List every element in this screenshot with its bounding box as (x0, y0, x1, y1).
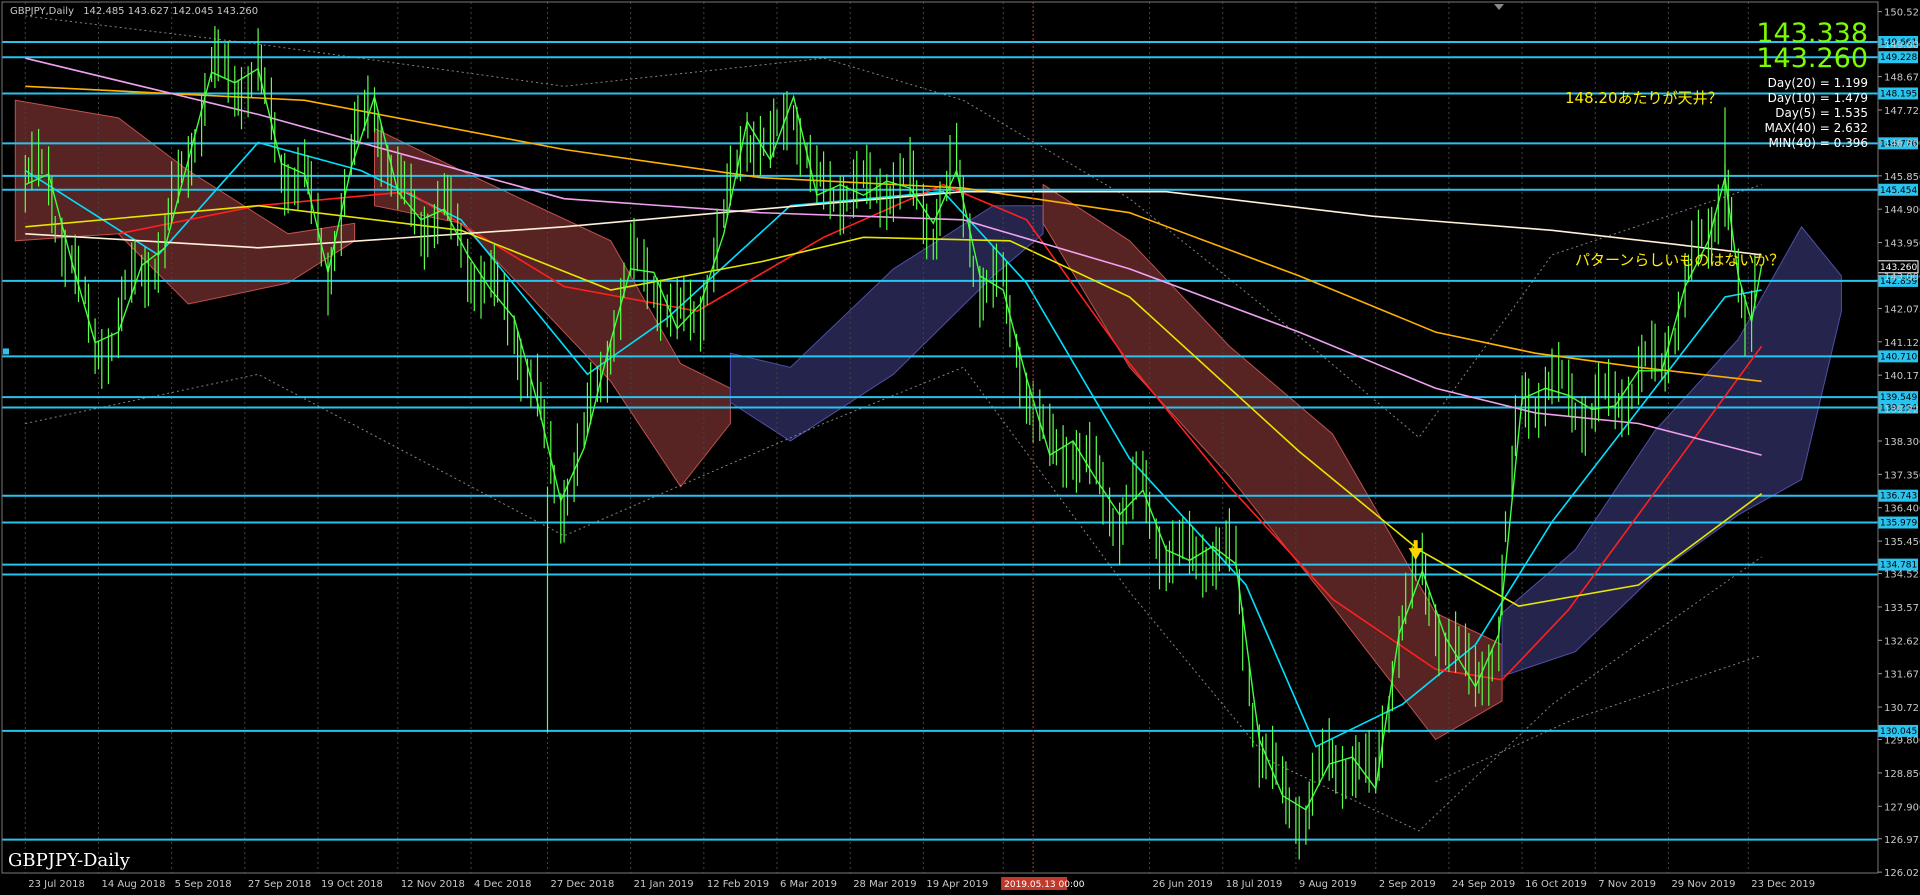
x-tick-label: 19 Oct 2018 (321, 879, 383, 890)
y-tick-label: 128.850 (1884, 769, 1920, 780)
y-tick-label: 145.850 (1884, 172, 1920, 183)
y-tick-label: 136.400 (1884, 504, 1920, 515)
y-tick-label: 129.800 (1884, 736, 1920, 747)
y-tick-label: 148.675 (1884, 73, 1920, 84)
y-tick-label: 130.725 (1884, 703, 1920, 714)
y-tick-label: 131.675 (1884, 670, 1920, 681)
yellow-arrow-stem (1413, 540, 1418, 550)
chart-shift-marker (1494, 4, 1504, 10)
watermark-label: GBPJPY-Daily (8, 850, 131, 871)
level-label: 135.979 (1880, 519, 1917, 529)
x-tick-label: 5 Sep 2018 (175, 879, 232, 890)
envelope-bands (25, 15, 1762, 832)
y-tick-label: 137.350 (1884, 470, 1920, 481)
y-tick-label: 146.800 (1884, 138, 1920, 149)
y-tick-label: 139.225 (1884, 405, 1920, 416)
envelope-band (25, 366, 1762, 832)
y-tick-label: 138.300 (1884, 437, 1920, 448)
stat-max40: MAX(40) = 2.632 (1765, 121, 1868, 135)
annotation-ceiling: 148.20あたりが天井？ (1565, 89, 1723, 107)
x-tick-label: 19 Apr 2019 (926, 879, 988, 890)
y-tick-label: 142.075 (1884, 304, 1920, 315)
axes: 23 Jul 2018 14 Aug 2018 5 Sep 2018 27 Sep 2… (1, 1, 1920, 890)
y-tick-label: 143.950 (1884, 239, 1920, 250)
y-tick-label: 149.600 (1884, 40, 1920, 51)
y-tick-label: 133.575 (1884, 603, 1920, 614)
cloud-region (1501, 225, 1842, 677)
level-label: 145.454 (1880, 186, 1917, 196)
x-tick-label: 16 Oct 2019 (1525, 879, 1587, 890)
price-series (24, 26, 1763, 860)
y-tick-label: 144.900 (1884, 205, 1920, 216)
ask-price: 143.260 (1756, 43, 1868, 74)
y-tick-label: 150.525 (1884, 8, 1920, 19)
ichimoku-cloud (14, 99, 1842, 741)
x-tick-label: 14 Aug 2018 (101, 879, 165, 890)
x-tick-label: 9 Aug 2019 (1299, 879, 1357, 890)
x-tick-label: 26 Jun 2019 (1153, 879, 1213, 890)
level-handle (3, 348, 9, 355)
y-tick-label: 141.125 (1884, 338, 1920, 349)
y-tick-label: 140.175 (1884, 371, 1920, 382)
ohlc-values: 142.485 143.627 142.045 143.260 (83, 6, 258, 17)
y-tick-label: 127.900 (1884, 802, 1920, 813)
annotation-pattern: パターンらしいものはないか？ (1575, 251, 1784, 269)
gbpjpy-daily-chart[interactable]: 149.661 149.228 148.195 146.776 145.454 142.8… (0, 0, 1920, 891)
x-tick-label: 21 Jan 2019 (634, 879, 694, 890)
plot-frame (1, 1, 1879, 874)
stat-day20: Day(20) = 1.199 (1768, 76, 1868, 90)
level-label: 148.195 (1880, 89, 1917, 99)
horizontal-level-lines: 149.661149.228148.195146.776145.454142.8… (2, 36, 1919, 841)
chart-header: GBPJPY,Daily 142.485 143.627 142.045 143… (10, 6, 258, 17)
y-tick-label: 143.000 (1884, 272, 1920, 283)
x-tick-label: 4 Dec 2018 (474, 879, 532, 890)
x-marker-label: 2019.05.13 00:00 (1004, 880, 1085, 890)
x-tick-label: 6 Mar 2019 (780, 879, 837, 890)
x-tick-label: 18 Jul 2019 (1226, 879, 1283, 890)
yellow-arrow-marker (1408, 548, 1423, 561)
symbol-title: GBPJPY,Daily (10, 6, 74, 17)
stat-day5: Day(5) = 1.535 (1775, 106, 1868, 120)
x-tick-label: 28 Mar 2019 (853, 879, 916, 890)
x-tick-label: 2 Sep 2019 (1379, 879, 1436, 890)
grid (24, 2, 1749, 873)
x-tick-label: 27 Sep 2018 (248, 879, 311, 890)
y-tick-label: 126.975 (1884, 835, 1920, 846)
level-label: 149.228 (1880, 53, 1917, 63)
x-tick-label: 23 Jul 2018 (28, 879, 85, 890)
chart-canvas[interactable]: 149.661149.228148.195146.776145.454142.8… (0, 0, 1920, 891)
x-tick-label: 24 Sep 2019 (1452, 879, 1515, 890)
x-tick-label: 7 Nov 2019 (1598, 879, 1656, 890)
y-tick-label: 132.625 (1884, 636, 1920, 647)
y-tick-label: 135.450 (1884, 537, 1920, 548)
moving-averages (24, 57, 1763, 748)
x-tick-label: 29 Nov 2019 (1671, 879, 1735, 890)
x-tick-label: 12 Nov 2018 (401, 879, 465, 890)
level-label: 136.743 (1880, 492, 1917, 502)
y-tick-label: 126.025 (1884, 868, 1920, 879)
y-tick-label: 134.525 (1884, 570, 1920, 581)
stat-day10: Day(10) = 1.479 (1768, 91, 1868, 105)
x-tick-label: 23 Dec 2019 (1751, 879, 1815, 890)
level-label: 140.710 (1880, 352, 1917, 362)
stat-min40: MIN(40) = 0.396 (1768, 136, 1868, 150)
cloud-region (1042, 183, 1503, 741)
x-tick-label: 12 Feb 2019 (707, 879, 769, 890)
x-tick-label: 27 Dec 2018 (551, 879, 615, 890)
y-tick-label: 147.725 (1884, 106, 1920, 117)
